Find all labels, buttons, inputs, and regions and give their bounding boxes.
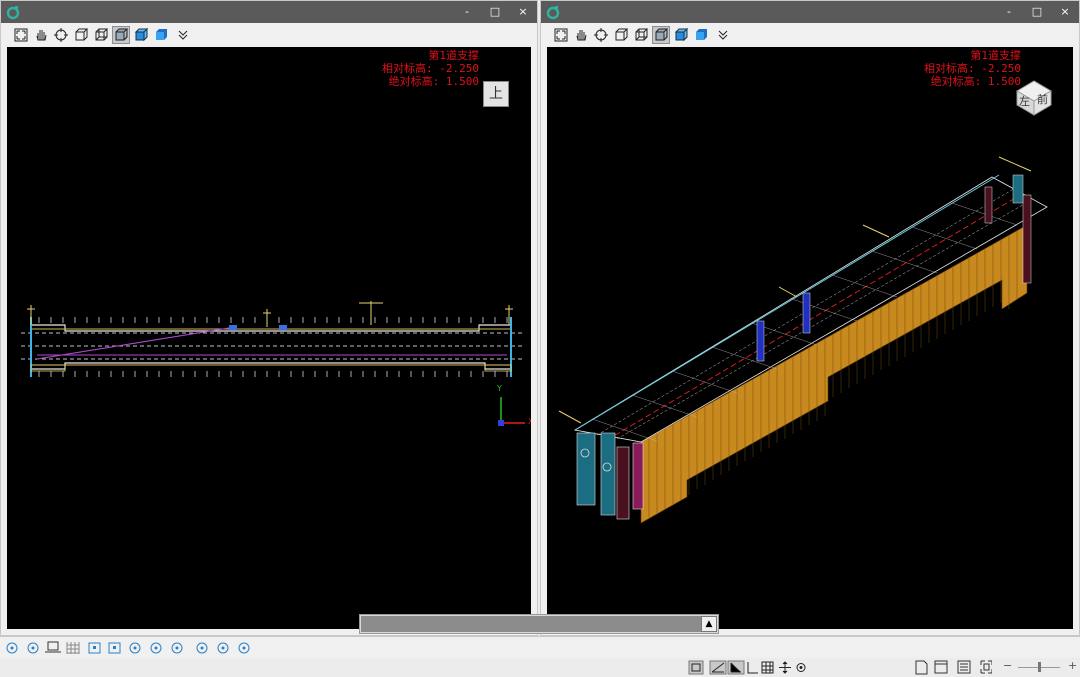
snap-intersection-icon — [196, 642, 208, 654]
left-plan-viewport[interactable]: 第1道支撑 相对标高: -2.250 绝对标高: 1.500 上 Y X — [7, 47, 531, 629]
right-viewport-window: - □ × 第1道支撑 相对标高: -2.250 绝对标高: 1.500 左 前 — [540, 0, 1080, 636]
wireframe-box-icon[interactable] — [612, 26, 630, 44]
app-logo-icon — [546, 6, 560, 20]
isometric-model — [558, 80, 1052, 524]
zoom-out-button[interactable]: − — [1003, 659, 1012, 672]
layout-list-icon — [957, 660, 971, 674]
survey-mark-left — [27, 305, 35, 325]
zoom-extents-icon[interactable] — [552, 26, 570, 44]
plan-drawing — [21, 301, 525, 426]
snap-midpoint-icon — [27, 642, 39, 654]
hidden-line-box-icon[interactable] — [632, 26, 650, 44]
mid-column-2 — [802, 292, 811, 334]
orbit-icon[interactable] — [592, 26, 610, 44]
snap-center-icon — [129, 642, 141, 654]
snap-quadrant-icon — [150, 642, 162, 654]
survey-mark-1 — [558, 410, 582, 424]
fullscreen-icon — [980, 660, 992, 674]
layout-window-icon — [934, 660, 948, 674]
blue-column-2 — [279, 325, 287, 330]
view-cube-front-label[interactable]: 前 — [1037, 91, 1048, 107]
close-button[interactable]: × — [509, 1, 537, 23]
solid-blue-cube-icon[interactable] — [152, 26, 170, 44]
more-chevron-icon[interactable] — [714, 26, 732, 44]
solid-blue-box-icon[interactable] — [672, 26, 690, 44]
shaded-box-icon[interactable] — [652, 26, 670, 44]
mid-column-3 — [984, 186, 993, 224]
left-viewport-window: - □ × 第1道支撑 相对标高: -2.250 绝对标高: 1.500 上 Y… — [0, 0, 538, 636]
snap-box-1-icon — [88, 642, 101, 654]
end-pile-teal-2 — [600, 432, 616, 516]
pan-hand-icon[interactable] — [572, 26, 590, 44]
app-logo-icon — [6, 6, 20, 20]
left-toolbar — [1, 23, 537, 47]
hidden-line-box-icon[interactable] — [92, 26, 110, 44]
right-titlebar: - □ × — [541, 1, 1079, 23]
close-button[interactable]: × — [1051, 1, 1079, 23]
ucs-y-label: Y — [497, 384, 502, 393]
zoom-extents-icon[interactable] — [12, 26, 30, 44]
orbit-icon[interactable] — [52, 26, 70, 44]
minimize-button[interactable]: - — [453, 1, 481, 23]
end-pile-maroon — [616, 446, 630, 520]
laptop-icon — [45, 641, 61, 653]
horizontal-scrollbar[interactable]: ▲ — [359, 614, 719, 634]
ucs-x-label: X — [528, 417, 531, 426]
snap-endpoint-icon — [6, 642, 18, 654]
more-chevron-icon[interactable] — [174, 26, 192, 44]
ortho-mode-icon — [688, 660, 704, 675]
snap-perpendicular-icon — [217, 642, 229, 654]
pan-hand-icon[interactable] — [32, 26, 50, 44]
right-3d-viewport[interactable]: 第1道支撑 相对标高: -2.250 绝对标高: 1.500 左 前 — [547, 47, 1073, 629]
zoom-slider-knob[interactable] — [1038, 662, 1041, 672]
end-pile-teal-1 — [576, 432, 596, 506]
maximize-button[interactable]: □ — [1023, 1, 1051, 23]
ucs-origin — [498, 420, 504, 426]
scroll-up-arrow-icon[interactable]: ▲ — [701, 616, 717, 632]
status-bar: − + — [0, 658, 1080, 677]
solid-blue-box-icon[interactable] — [132, 26, 150, 44]
settings-gear-icon — [796, 663, 806, 672]
survey-mark-3 — [862, 224, 890, 238]
survey-mark-mid — [263, 309, 271, 327]
grid-display-icon — [761, 661, 774, 674]
mid-column-1 — [756, 320, 765, 362]
scrollbar-thumb[interactable] — [361, 616, 701, 632]
snap-toolbar — [0, 636, 1080, 659]
snap-tangent-icon — [238, 642, 250, 654]
layout-page-icon — [915, 660, 928, 675]
far-pile-teal — [1012, 174, 1024, 204]
blue-column-1 — [229, 325, 237, 330]
grid-icon — [66, 642, 80, 654]
object-track-icon — [727, 660, 745, 675]
zoom-in-button[interactable]: + — [1068, 659, 1077, 672]
survey-mark-4 — [998, 156, 1032, 172]
left-titlebar: - □ × — [1, 1, 537, 23]
end-pile-magenta — [632, 442, 644, 510]
lineweight-icon — [747, 662, 758, 674]
hatch-right — [484, 364, 512, 372]
snap-box-2-icon — [108, 642, 121, 654]
shaded-box-icon[interactable] — [112, 26, 130, 44]
minimize-button[interactable]: - — [995, 1, 1023, 23]
move-arrows-icon — [779, 661, 791, 674]
view-cube-left-label[interactable]: 左 — [1019, 93, 1030, 109]
solid-blue-cube-icon[interactable] — [692, 26, 710, 44]
wireframe-box-icon[interactable] — [72, 26, 90, 44]
right-toolbar — [541, 23, 1079, 47]
far-pile-maroon — [1022, 194, 1032, 284]
hatch-left — [30, 364, 66, 372]
snap-nearest-icon — [171, 642, 183, 654]
polar-mode-icon — [709, 660, 727, 675]
maximize-button[interactable]: □ — [481, 1, 509, 23]
survey-mark-2 — [778, 286, 798, 298]
diagonal-brace — [36, 326, 236, 360]
slab-outline — [30, 324, 512, 370]
